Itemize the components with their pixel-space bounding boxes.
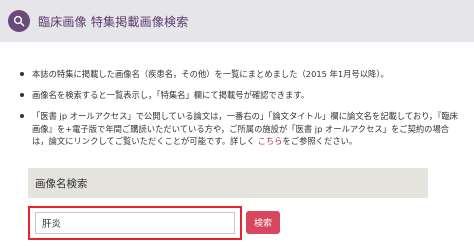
search-section-title: 画像名検索 (35, 177, 88, 190)
page-title: 臨床画像 特集掲載画像検索 (38, 15, 189, 29)
list-item: 「医書 jp オールアクセス」で公開している論文は，一番右の」「論文タイトル」欄… (14, 110, 464, 147)
search-button[interactable]: 検索 (246, 211, 280, 234)
search-input-highlight (28, 206, 242, 240)
list-item: 画像名を検索すると一覧表示し，「特集名」欄にて掲載号が確認できます。 (14, 89, 464, 101)
page-header: 臨床画像 特集掲載画像検索 (0, 0, 474, 42)
search-input[interactable] (35, 212, 235, 234)
note-text: 「医書 jp オールアクセス」で公開している論文は，一番右の」「論文タイトル」欄… (32, 111, 458, 146)
details-link[interactable]: こちら (258, 136, 283, 146)
note-text: 本誌の特集に掲載した画像名（疾患名，その他）を一覧にまとめました（2015 年1… (32, 69, 389, 79)
notes-list: 本誌の特集に掲載した画像名（疾患名，その他）を一覧にまとめました（2015 年1… (14, 68, 464, 156)
search-section-header: 画像名検索 (28, 168, 428, 198)
note-text-suffix: をご参照ください。 (282, 135, 358, 146)
bullet-icon (20, 72, 24, 76)
search-icon (8, 10, 30, 32)
list-item: 本誌の特集に掲載した画像名（疾患名，その他）を一覧にまとめました（2015 年1… (14, 68, 464, 80)
bullet-icon (20, 93, 24, 98)
bullet-icon (20, 114, 24, 119)
note-text: 画像名を検索すると一覧表示し，「特集名」欄にて掲載号が確認できます。 (32, 90, 310, 101)
